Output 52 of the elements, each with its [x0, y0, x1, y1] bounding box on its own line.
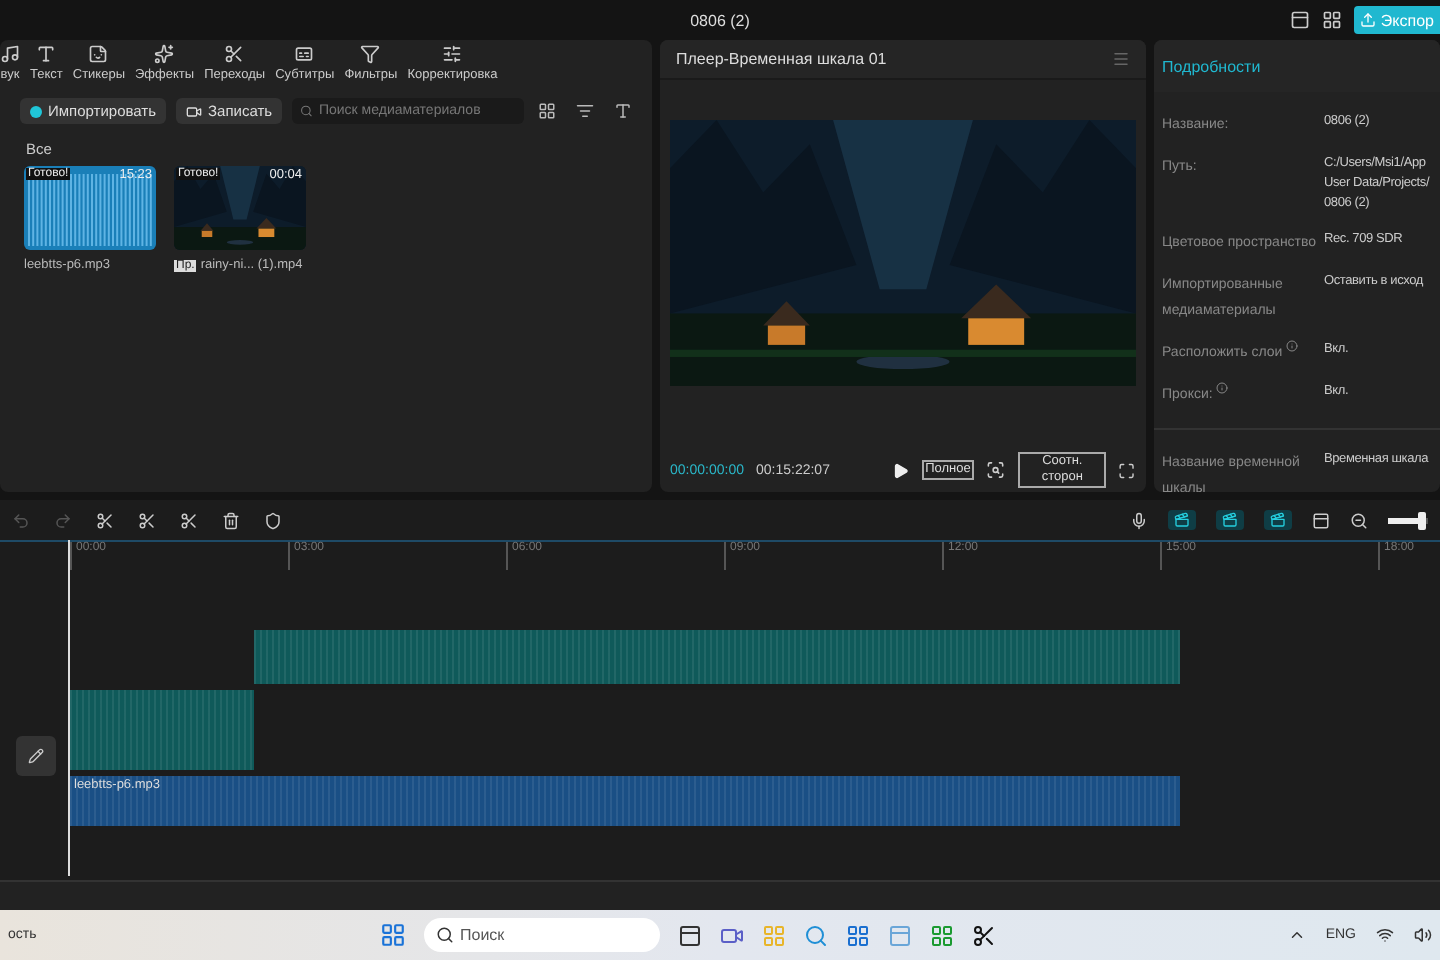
chevron-icon [1287, 926, 1306, 944]
captions-icon [294, 44, 315, 64]
filter-icon [360, 44, 381, 64]
trim-left-icon [138, 511, 156, 529]
panel-icon [1322, 10, 1343, 30]
zoom-slider-thumb[interactable] [1418, 511, 1426, 529]
text-size-icon [614, 102, 632, 120]
info-icon [1216, 382, 1229, 394]
layout-icon [1290, 10, 1311, 30]
sparkle-icon [154, 44, 175, 64]
wifi-icon [1376, 926, 1394, 944]
start-icon [380, 922, 406, 948]
trim-right-icon [180, 511, 198, 529]
music-icon [0, 44, 20, 64]
video-clip[interactable] [254, 630, 1180, 684]
search-icon [436, 926, 454, 944]
task-view-icon [678, 923, 702, 947]
volume-icon [1414, 926, 1432, 944]
player-title: Плеер-Временная шкала 01 [676, 50, 887, 68]
preview-icon [1312, 511, 1330, 529]
scissors-icon [224, 44, 245, 64]
camera-icon [186, 103, 203, 119]
info-icon [1286, 340, 1299, 352]
search-icon [300, 104, 313, 118]
grid-view-icon [538, 102, 556, 120]
taskbar-search-field[interactable]: Поиск [424, 918, 660, 952]
mic-icon [1130, 511, 1148, 529]
magnet-toggle[interactable] [1216, 510, 1244, 530]
link-toggle[interactable] [1168, 510, 1196, 530]
sort-icon [576, 102, 594, 120]
pencil-icon [27, 745, 43, 765]
edit-button[interactable] [15, 735, 55, 775]
play-icon[interactable] [892, 461, 910, 479]
shield-icon [264, 511, 282, 529]
sticker-icon [88, 44, 109, 64]
undo-icon [12, 511, 30, 529]
fullscreen-icon [1118, 461, 1137, 479]
text-icon [36, 44, 57, 64]
redo-icon [54, 511, 72, 529]
video-clip[interactable] [70, 690, 254, 770]
zoom-icon [986, 460, 1006, 480]
snap-toggle[interactable] [1264, 510, 1292, 530]
delete-icon [222, 511, 240, 529]
clapper-icon [1174, 512, 1190, 528]
menu-icon [1112, 50, 1130, 68]
zoom-out-icon [1350, 511, 1368, 529]
split-icon [96, 511, 114, 529]
window-title: 0806 (2) [690, 11, 750, 29]
clapper-icon [1222, 512, 1238, 528]
clapper-icon [1270, 512, 1286, 528]
upload-icon [1360, 12, 1377, 28]
sliders-icon [442, 44, 463, 64]
